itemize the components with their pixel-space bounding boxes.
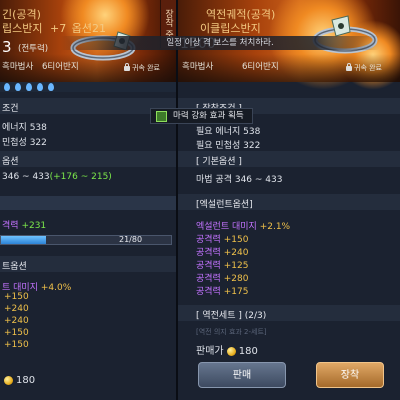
left-agility: 민첩성 322 <box>2 138 47 148</box>
right-tier-label: 6티어반지 <box>242 62 279 72</box>
right-item-name: 이클립스반지 <box>200 22 261 35</box>
compare-item-panel: 역전궤적(공격) 이클립스반지 1500 흑마법사 6티어반지 귀속 완료 [ … <box>178 0 400 400</box>
buff-tooltip: 마력 강화 효과 획득 <box>150 108 253 124</box>
buff-icon <box>156 111 167 122</box>
drop-icon <box>37 83 43 91</box>
right-base-stat: 마법 공격 346 ~ 433 <box>196 175 283 185</box>
right-excellent-line: 공격력 +175 <box>196 287 249 297</box>
left-base-header <box>0 151 176 167</box>
left-section-base: 옵션 <box>2 157 19 167</box>
left-enh-stat: 격력 +231 <box>2 221 47 231</box>
progress-fill <box>1 236 46 244</box>
left-class-label: 흑마법사 <box>2 62 34 72</box>
right-excellent-line: 공격력 +240 <box>196 248 249 258</box>
right-section-excellent: [엑설런트옵션] <box>196 200 253 210</box>
left-section-excellent: 트옵션 <box>2 262 27 272</box>
right-set-hint: [역전 의지 효과 2-세트] <box>196 328 267 336</box>
left-section-upgrade: 조건 <box>2 104 19 114</box>
progress-label: 21/80 <box>119 235 143 244</box>
right-agility: 필요 민첩성 322 <box>196 141 261 151</box>
left-base-stat: 346 ~ 433(+176 ~ 215) <box>2 172 112 182</box>
equip-button[interactable]: 장착 <box>316 362 384 388</box>
coin-icon <box>4 375 13 385</box>
current-item-panel: 긴(공격) 립스반지 +7 옵션21 3 (전투력) 흑마법사 6티어반지 귀속… <box>0 0 176 400</box>
lock-icon <box>346 62 352 71</box>
left-excellent-line: +240 <box>4 316 29 326</box>
left-excellent-line: +150 <box>4 328 29 338</box>
lock-icon <box>124 62 130 71</box>
left-gems-row <box>0 82 176 92</box>
coin-icon <box>226 346 236 356</box>
right-section-base: [ 기본옵션 ] <box>196 157 242 167</box>
right-class-label: 흑마법사 <box>182 62 214 72</box>
left-level-note: (전투력) <box>18 44 49 54</box>
left-energy: 에너지 538 <box>2 123 47 133</box>
sell-button[interactable]: 판매 <box>198 362 286 388</box>
left-price: 180 <box>4 375 35 386</box>
right-price: 판매가 180 <box>196 346 258 357</box>
right-excellent-line: 공격력 +150 <box>196 235 249 245</box>
drop-icon <box>15 83 21 91</box>
drop-icon <box>4 83 10 91</box>
right-excellent-line: 공격력 +280 <box>196 274 249 284</box>
left-excellent-line: +150 <box>4 340 29 350</box>
drop-icon <box>26 83 32 91</box>
boss-notice-banner: 일정 이상 격 보스를 처치하라. <box>60 36 380 50</box>
left-level: 3 <box>2 38 12 56</box>
left-excellent-line: +240 <box>4 304 29 314</box>
left-enh-header <box>0 196 176 210</box>
left-progress-bar: 21/80 <box>0 235 172 245</box>
right-section-set: [ 역전세트 ] (2/3) <box>196 311 267 321</box>
left-excellent-line: +150 <box>4 292 29 302</box>
right-excellent-line: 공격력 +125 <box>196 261 249 271</box>
right-excellent-line: 엑설런트 대미지 +2.1% <box>196 222 291 232</box>
drop-icon <box>48 83 54 91</box>
right-energy: 필요 에너지 538 <box>196 127 261 137</box>
right-bound-label: 귀속 완료 <box>346 62 382 73</box>
